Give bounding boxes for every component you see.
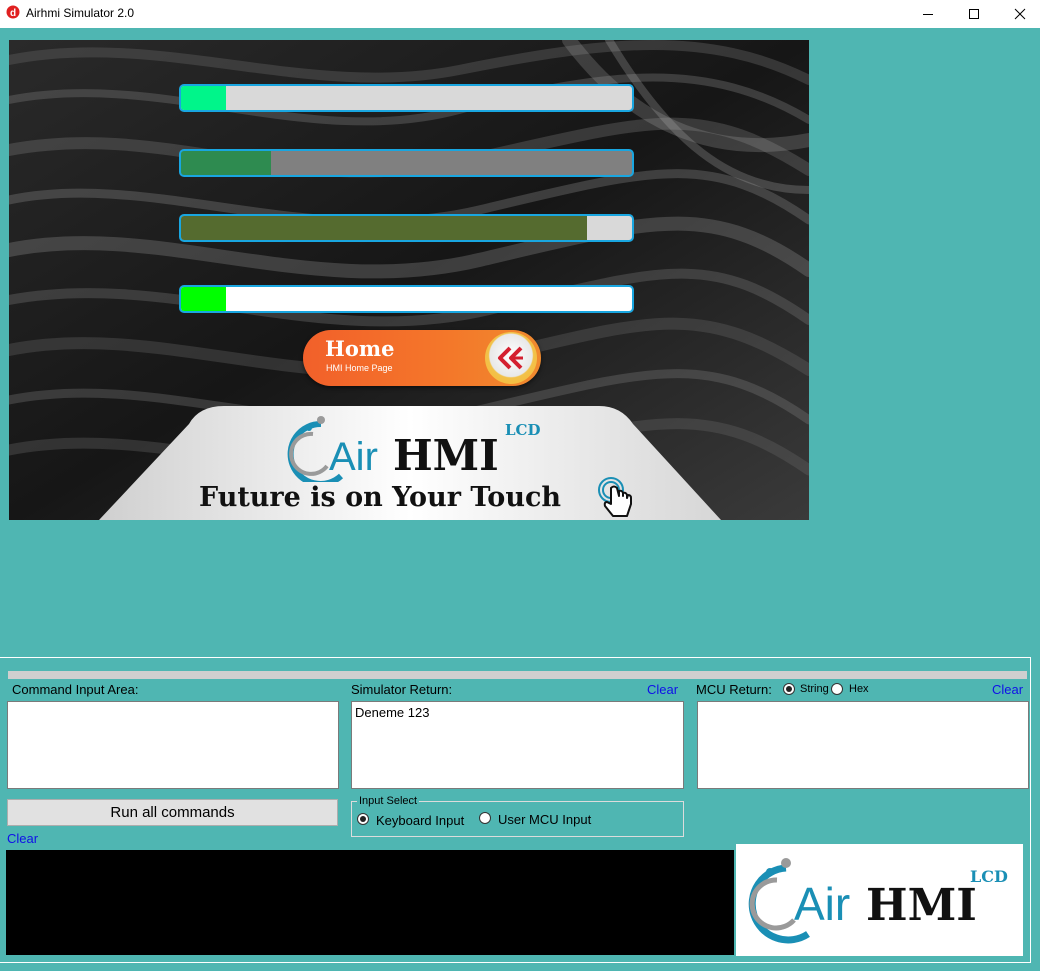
svg-text:HMI: HMI (393, 431, 499, 480)
run-all-commands-button[interactable]: Run all commands (7, 799, 338, 826)
minimize-button[interactable] (905, 0, 951, 28)
keyboard-input-radio[interactable] (357, 813, 369, 825)
window-title: Airhmi Simulator 2.0 (26, 6, 135, 20)
progress-bar-1[interactable] (179, 84, 634, 112)
progress-bar-4[interactable] (179, 285, 634, 313)
tagline: Future is on Your Touch (199, 482, 562, 513)
close-button[interactable] (997, 0, 1040, 28)
mcu-return-clear-link[interactable]: Clear (992, 682, 1023, 697)
close-icon (1014, 8, 1026, 20)
progress-bar-fill (181, 216, 587, 240)
airhmi-d-icon: d (6, 5, 20, 19)
simulator-return-field[interactable]: Deneme 123 (351, 701, 684, 789)
home-button[interactable]: Home HMI Home Page (303, 330, 541, 386)
mcu-string-radio[interactable] (783, 683, 795, 695)
double-chevron-left-icon (498, 346, 523, 370)
input-select-title: Input Select (357, 795, 420, 807)
progress-bar-fill (181, 86, 227, 110)
maximize-icon (969, 9, 979, 19)
panel-airhmi-logo: Air HMI LCD (736, 844, 1023, 956)
mcu-return-field[interactable] (697, 701, 1029, 789)
title-bar: d Airhmi Simulator 2.0 (0, 0, 1040, 28)
svg-text:Air: Air (329, 435, 378, 479)
svg-text:LCD: LCD (505, 421, 541, 439)
progress-bar-fill (181, 151, 272, 175)
panel-progress-strip (8, 671, 1027, 679)
minimize-icon (923, 14, 933, 15)
progress-bar-fill (181, 287, 227, 311)
svg-text:Air: Air (794, 878, 850, 930)
maximize-button[interactable] (951, 0, 997, 28)
svg-text:d: d (10, 8, 16, 19)
mcu-return-label: MCU Return: (696, 682, 772, 697)
home-button-title: Home (325, 336, 395, 361)
svg-text:HMI: HMI (866, 880, 977, 931)
simulator-return-label: Simulator Return: (351, 682, 453, 697)
simulator-return-clear-link[interactable]: Clear (647, 682, 678, 697)
svg-text:LCD: LCD (970, 867, 1008, 886)
progress-bar-3[interactable] (179, 214, 634, 242)
command-input-label: Command Input Area: (12, 682, 139, 697)
home-button-subtitle: HMI Home Page (326, 363, 393, 373)
user-mcu-input-radio[interactable] (479, 812, 491, 824)
command-clear-link[interactable]: Clear (7, 831, 38, 846)
progress-bar-2[interactable] (179, 149, 634, 177)
mcu-hex-label: Hex (849, 683, 869, 695)
mcu-string-label: String (800, 683, 829, 695)
mcu-hex-radio[interactable] (831, 683, 843, 695)
user-mcu-input-label: User MCU Input (498, 812, 592, 827)
airhmi-logo: Air HMI LCD (279, 408, 579, 487)
hmi-screen[interactable]: Home HMI Home Page Air HMI LCD Future is… (9, 40, 809, 520)
keyboard-input-label: Keyboard Input (376, 813, 465, 828)
home-knob (485, 332, 537, 384)
console-output[interactable] (6, 850, 734, 955)
touch-hand-icon (595, 476, 639, 520)
command-input-field[interactable] (7, 701, 339, 789)
